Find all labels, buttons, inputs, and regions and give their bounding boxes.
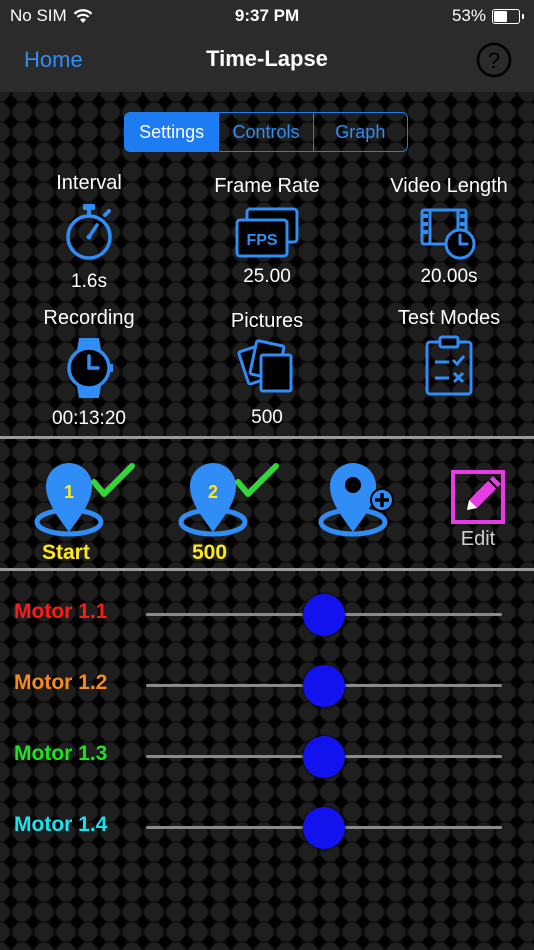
interval-label: Interval <box>56 172 122 194</box>
motor-row: Motor 1.3 <box>0 732 534 780</box>
battery-icon <box>492 8 520 24</box>
fps-icon: FPS <box>235 207 299 258</box>
frame-rate-value: 25.00 <box>243 266 291 287</box>
edit-pencil-icon <box>451 470 505 524</box>
test-modes-label: Test Modes <box>397 307 501 329</box>
divider-top <box>0 436 534 439</box>
video-length-value: 20.00s <box>420 266 478 287</box>
motor-slider-knob[interactable] <box>303 736 345 778</box>
add-waypoint-button[interactable] <box>318 452 400 543</box>
battery-tip <box>522 13 524 19</box>
film-clock-icon <box>420 208 476 260</box>
svg-text:?: ? <box>488 48 500 73</box>
motor-name: Motor 1.1 <box>14 600 108 623</box>
interval-value: 1.6s <box>71 271 107 292</box>
tab-settings[interactable]: Settings <box>125 113 219 151</box>
recording-setting[interactable]: Recording 00:13:20 <box>0 307 178 430</box>
interval-setting[interactable]: Interval 1.6s <box>0 172 178 293</box>
recording-value: 00:13:20 <box>52 408 126 429</box>
motor-row: Motor 1.2 <box>0 661 534 709</box>
add-location-icon <box>318 463 394 537</box>
motor-slider-knob[interactable] <box>303 665 345 707</box>
frame-rate-setting[interactable]: Frame Rate FPS 25.00 <box>178 175 356 288</box>
edit-label: Edit <box>460 528 496 550</box>
motor-slider-knob[interactable] <box>303 594 345 636</box>
pictures-value: 500 <box>251 407 283 428</box>
battery-percent: 53% <box>451 6 486 25</box>
battery-fill <box>494 10 507 22</box>
video-length-label: Video Length <box>390 175 508 197</box>
waypoint-start[interactable]: 1 Start <box>32 452 138 565</box>
location-pin-check-icon: 2 <box>178 463 279 537</box>
svg-text:2: 2 <box>208 482 218 502</box>
status-bar: No SIM 9:37 PM 53% <box>0 0 534 30</box>
motor-name: Motor 1.4 <box>14 813 108 836</box>
pictures-setting[interactable]: Pictures 500 <box>178 310 356 429</box>
recording-label: Recording <box>43 307 135 329</box>
nav-bar: Home Time-Lapse ? <box>0 30 534 93</box>
waypoint-start-label: Start <box>42 541 90 564</box>
svg-text:FPS: FPS <box>246 232 277 249</box>
motor-name: Motor 1.2 <box>14 671 108 694</box>
frame-rate-label: Frame Rate <box>214 175 320 197</box>
tab-controls[interactable]: Controls <box>218 113 312 151</box>
location-pin-check-icon: 1 <box>34 463 135 537</box>
view-tabs: Settings Controls Graph <box>124 112 408 152</box>
waypoint-500[interactable]: 2 500 <box>176 452 282 565</box>
page-title: Time-Lapse <box>206 46 328 71</box>
clipboard-check-icon <box>425 335 473 396</box>
motor-row: Motor 1.1 <box>0 590 534 638</box>
motor-slider-knob[interactable] <box>303 807 345 849</box>
waypoint-500-label: 500 <box>192 541 228 564</box>
watch-icon <box>67 338 113 398</box>
stopwatch-icon <box>66 204 112 260</box>
question-circle-icon[interactable]: ? <box>476 42 512 78</box>
tab-graph[interactable]: Graph <box>312 113 407 151</box>
test-modes-setting[interactable]: Test Modes <box>360 307 534 398</box>
svg-text:1: 1 <box>64 482 74 502</box>
edit-button[interactable]: Edit <box>440 464 516 551</box>
motor-row: Motor 1.4 <box>0 803 534 851</box>
battery-indicator: 53% <box>452 6 524 26</box>
photos-icon <box>237 339 293 393</box>
motor-name: Motor 1.3 <box>14 742 108 765</box>
pictures-label: Pictures <box>230 310 304 332</box>
divider-bottom <box>0 568 534 571</box>
video-length-setting[interactable]: Video Length 20.00s <box>360 175 534 288</box>
